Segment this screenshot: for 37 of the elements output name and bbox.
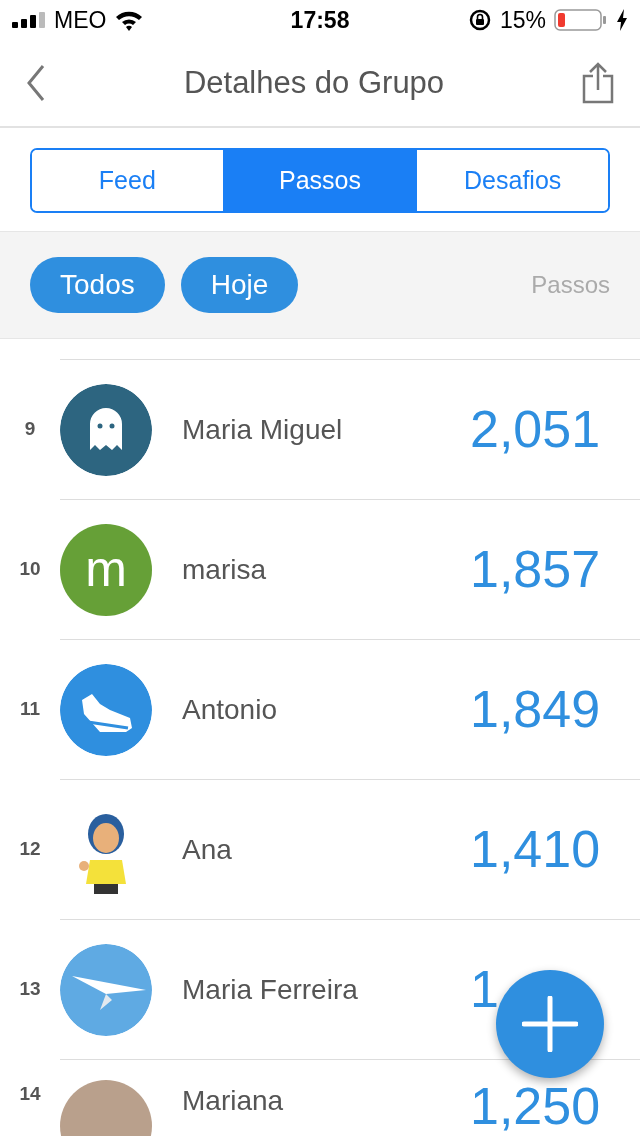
plus-icon xyxy=(522,996,578,1052)
step-count: 1,849 xyxy=(470,679,601,738)
rank-number: 11 xyxy=(18,697,42,722)
member-name: Mariana xyxy=(182,1084,284,1118)
rank-number: 9 xyxy=(23,417,37,442)
carrier-name: MEO xyxy=(54,5,107,35)
member-name: marisa xyxy=(182,552,266,587)
segment-tab[interactable]: Passos xyxy=(222,150,416,211)
share-button[interactable] xyxy=(582,62,614,104)
segment-tab[interactable]: Desafios xyxy=(415,150,608,211)
member-name: Antonio xyxy=(182,692,277,727)
member-name: Ana xyxy=(182,832,232,867)
status-time: 17:58 xyxy=(290,5,350,35)
page-title: Detalhes do Grupo xyxy=(183,63,445,102)
member-name: Maria Ferreira xyxy=(182,972,358,1007)
add-button[interactable] xyxy=(496,970,604,1078)
battery-icon xyxy=(554,8,608,32)
rank-number: 14 xyxy=(18,1082,42,1106)
step-count: 1,410 xyxy=(470,819,601,878)
filter-chip[interactable]: Hoje xyxy=(180,257,299,313)
letter-avatar: m xyxy=(60,523,152,616)
wifi-icon xyxy=(114,9,145,31)
battery-percent: 15% xyxy=(499,5,546,35)
rank-number: 10 xyxy=(18,557,42,582)
step-count: 1,250 xyxy=(470,1077,601,1135)
column-label: Passos xyxy=(531,270,610,300)
step-count: 1,857 xyxy=(470,539,601,598)
rotation-lock-icon xyxy=(467,8,492,32)
rank-number: 12 xyxy=(18,837,42,862)
step-count: 2,051 xyxy=(470,399,601,458)
rank-number: 13 xyxy=(18,977,42,1002)
filter-chip[interactable]: Todos xyxy=(30,257,165,313)
charging-bolt-icon xyxy=(616,9,628,31)
step-count: 1 xyxy=(470,959,499,1018)
member-name: Maria Miguel xyxy=(182,412,343,447)
signal-icon xyxy=(12,12,46,28)
back-button[interactable] xyxy=(26,64,46,102)
